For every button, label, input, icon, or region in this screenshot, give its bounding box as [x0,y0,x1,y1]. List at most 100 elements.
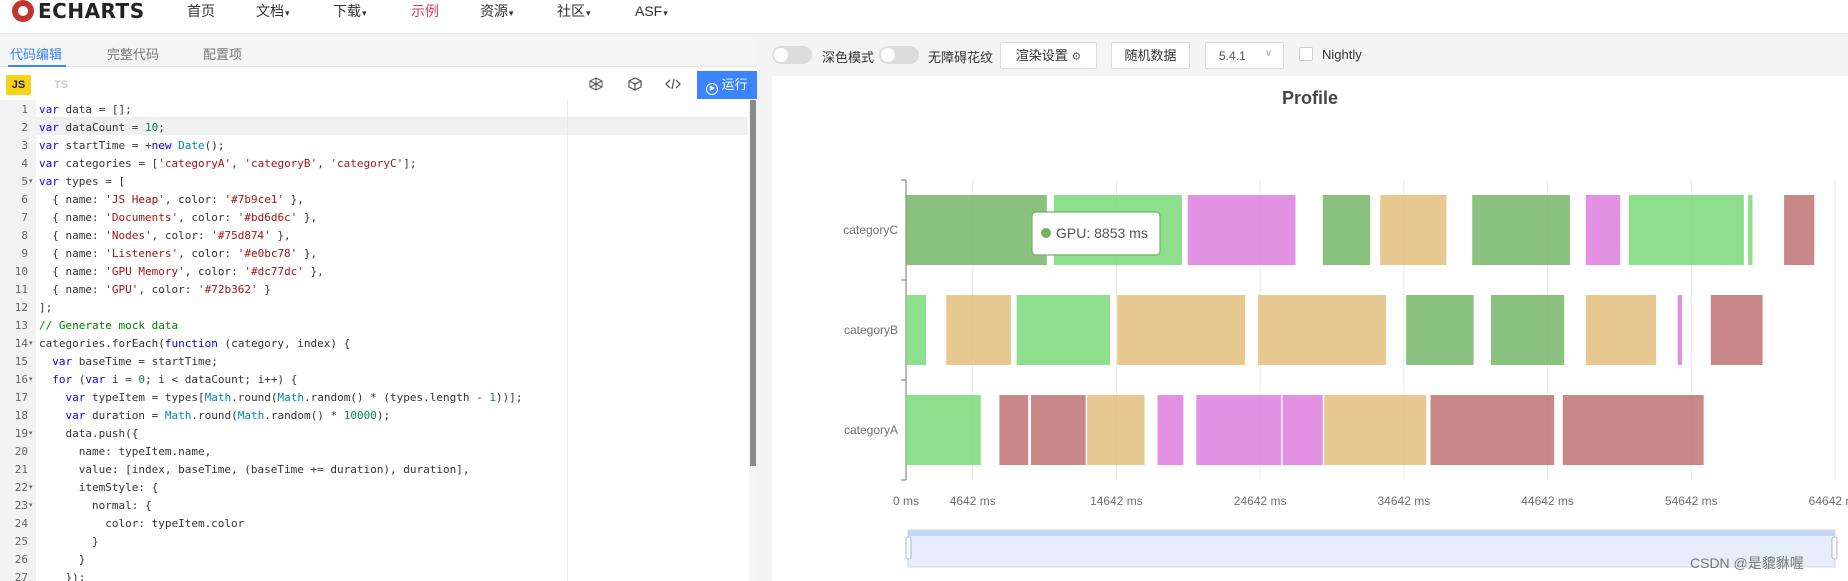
line-number: 9 [21,247,28,260]
line-number: 14 [14,337,28,350]
box-icon[interactable] [627,77,643,93]
profile-segment [1430,395,1555,465]
tooltip-text: GPU: 8853 ms [1056,225,1148,241]
nav-examples[interactable]: 示例 [411,2,439,20]
profile-segment [1187,195,1296,265]
code-line: { name: 'Nodes', color: '#75d874' }, [39,229,291,242]
profile-segment [1117,295,1246,365]
editor-tabs: 代码编辑 完整代码 配置项 [0,34,757,67]
run-button[interactable]: ▶ 运行 [697,71,757,99]
fold-arrow-icon[interactable]: ▾ [29,375,33,383]
profile-segment [1258,295,1387,365]
fold-arrow-icon[interactable]: ▾ [29,429,33,437]
code-line: var baseTime = startTime; [52,355,218,368]
line-number: 27 [14,571,28,581]
dark-mode-label: 深色模式 [822,50,875,65]
random-data-button[interactable]: 随机数据 [1111,42,1190,69]
profile-segment [1016,295,1111,365]
profile-segment [1282,395,1323,465]
code-line: var types = [ [39,175,126,188]
chart-container[interactable]: Profile 0 ms 4642 ms 14642 ms 24642 ms 34642 … [772,76,1848,581]
code-line: { name: 'JS Heap', color: '#7b9ce1' }, [39,193,304,206]
profile-segment [1562,395,1704,465]
nav-community[interactable]: 社区▾ [557,2,591,20]
x-tick-label: 34642 ms [1378,494,1431,508]
code-line: } [39,535,99,548]
code-line: data.push({ [39,427,139,440]
dark-mode-toggle[interactable] [772,46,812,64]
fold-arrow-icon[interactable]: ▾ [29,339,33,347]
print-margin [567,100,568,581]
line-number: 11 [14,283,28,296]
line-number: 5 [21,175,28,188]
line-number: 7 [21,211,28,224]
line-number: 18 [14,409,28,422]
code-line: { name: 'GPU', color: '#72b362' } [39,283,271,296]
preview-toolbar: 深色模式 无障碍花纹 渲染设置 ⚙ 随机数据 5.4.1 ∨ Nightly [757,34,1848,76]
profile-segment [1490,295,1565,365]
ts-language-button[interactable]: TS [54,79,68,91]
caret-down-icon: ▾ [509,8,514,18]
code-line: normal: { [39,499,152,512]
fold-arrow-icon[interactable]: ▾ [29,483,33,491]
tab-full-code[interactable]: 完整代码 [107,44,159,63]
line-number: 8 [21,229,28,242]
code-line: }); [39,571,86,581]
chevron-down-icon: ∨ [1265,48,1273,59]
profile-segment [906,295,927,365]
top-nav: ECHARTS 首页 文档▾ 下载▾ 示例 资源▾ 社区▾ ASF▾ [0,0,1848,34]
profile-segment [1324,395,1427,465]
fold-arrow-icon[interactable]: ▾ [29,501,33,509]
code-line: categories.forEach(function (category, i… [39,337,351,350]
echarts-logo[interactable]: ECHARTS [12,0,145,23]
code-line: for (var i = 0; i < dataCount; i++) { [52,373,298,386]
profile-segment [1196,395,1282,465]
nav-docs[interactable]: 文档▾ [256,2,290,20]
x-tick-label: 64642 ms [1809,494,1848,508]
nav-download[interactable]: 下载▾ [333,2,367,20]
fold-arrow-icon[interactable]: ▾ [29,177,33,185]
code-line: { name: 'Listeners', color: '#e0bc78' }, [39,247,318,260]
profile-segment [1472,195,1570,265]
nav-asf[interactable]: ASF▾ [635,2,668,20]
profile-segment [1748,195,1753,265]
line-number: 20 [14,445,28,458]
render-settings-label: 渲染设置 [1015,48,1068,63]
profile-segment [1322,195,1371,265]
render-settings-button[interactable]: 渲染设置 ⚙ [1000,42,1097,69]
editor-scrollbar-thumb[interactable] [750,100,756,466]
js-language-button[interactable]: JS [6,75,31,95]
line-number: 10 [14,265,28,278]
code-editor[interactable]: 1 2 3 4 5 ▾ 6 7 8 9 10 11 12 13 14 ▾ 15 16 ▾ 17 18 19 ▾ 20 21 22 ▾… [0,100,757,581]
code-line: value: [index, baseTime, (baseTime += du… [39,463,470,476]
csdn-watermark: CSDN @是貔貅喔 [1690,555,1804,571]
logo-mark-icon [12,0,34,22]
profile-segment [906,395,981,465]
profile-segment [1710,295,1763,365]
x-tick-label: 0 ms [893,494,919,508]
preview-panel: 深色模式 无障碍花纹 渲染设置 ⚙ 随机数据 5.4.1 ∨ Nightly P… [757,34,1848,581]
line-number: 3 [21,139,28,152]
profile-chart[interactable]: Profile 0 ms 4642 ms 14642 ms 24642 ms 34642 … [772,76,1848,581]
line-number: 12 [14,301,28,314]
accessibility-toggle[interactable] [879,46,919,64]
profile-segment [1380,195,1447,265]
code-icon[interactable] [665,77,681,93]
nav-resources[interactable]: 资源▾ [480,2,514,20]
editor-panel: 代码编辑 完整代码 配置项 JS TS ▶ 运行 1 2 3 4 5 ▾ 6 7 8 9 10 11 12… [0,34,757,581]
y-category-label: categoryB [844,323,898,337]
line-number: 2 [21,121,28,134]
tab-options[interactable]: 配置项 [203,44,242,63]
x-tick-label: 24642 ms [1234,494,1287,508]
code-line: { name: 'Documents', color: '#bd6d6c' }, [39,211,318,224]
caret-down-icon: ▾ [362,8,367,18]
x-tick-label: 54642 ms [1665,494,1718,508]
nightly-label: Nightly [1322,47,1362,62]
code-line: // Generate mock data [39,319,179,332]
nightly-checkbox[interactable] [1299,47,1313,61]
format-icon[interactable] [588,77,604,93]
nav-home[interactable]: 首页 [187,2,215,20]
code-line: var typeItem = types[Math.round(Math.ran… [65,391,523,404]
version-select[interactable]: 5.4.1 ∨ [1205,42,1284,69]
tab-code-edit[interactable]: 代码编辑 [10,44,62,63]
